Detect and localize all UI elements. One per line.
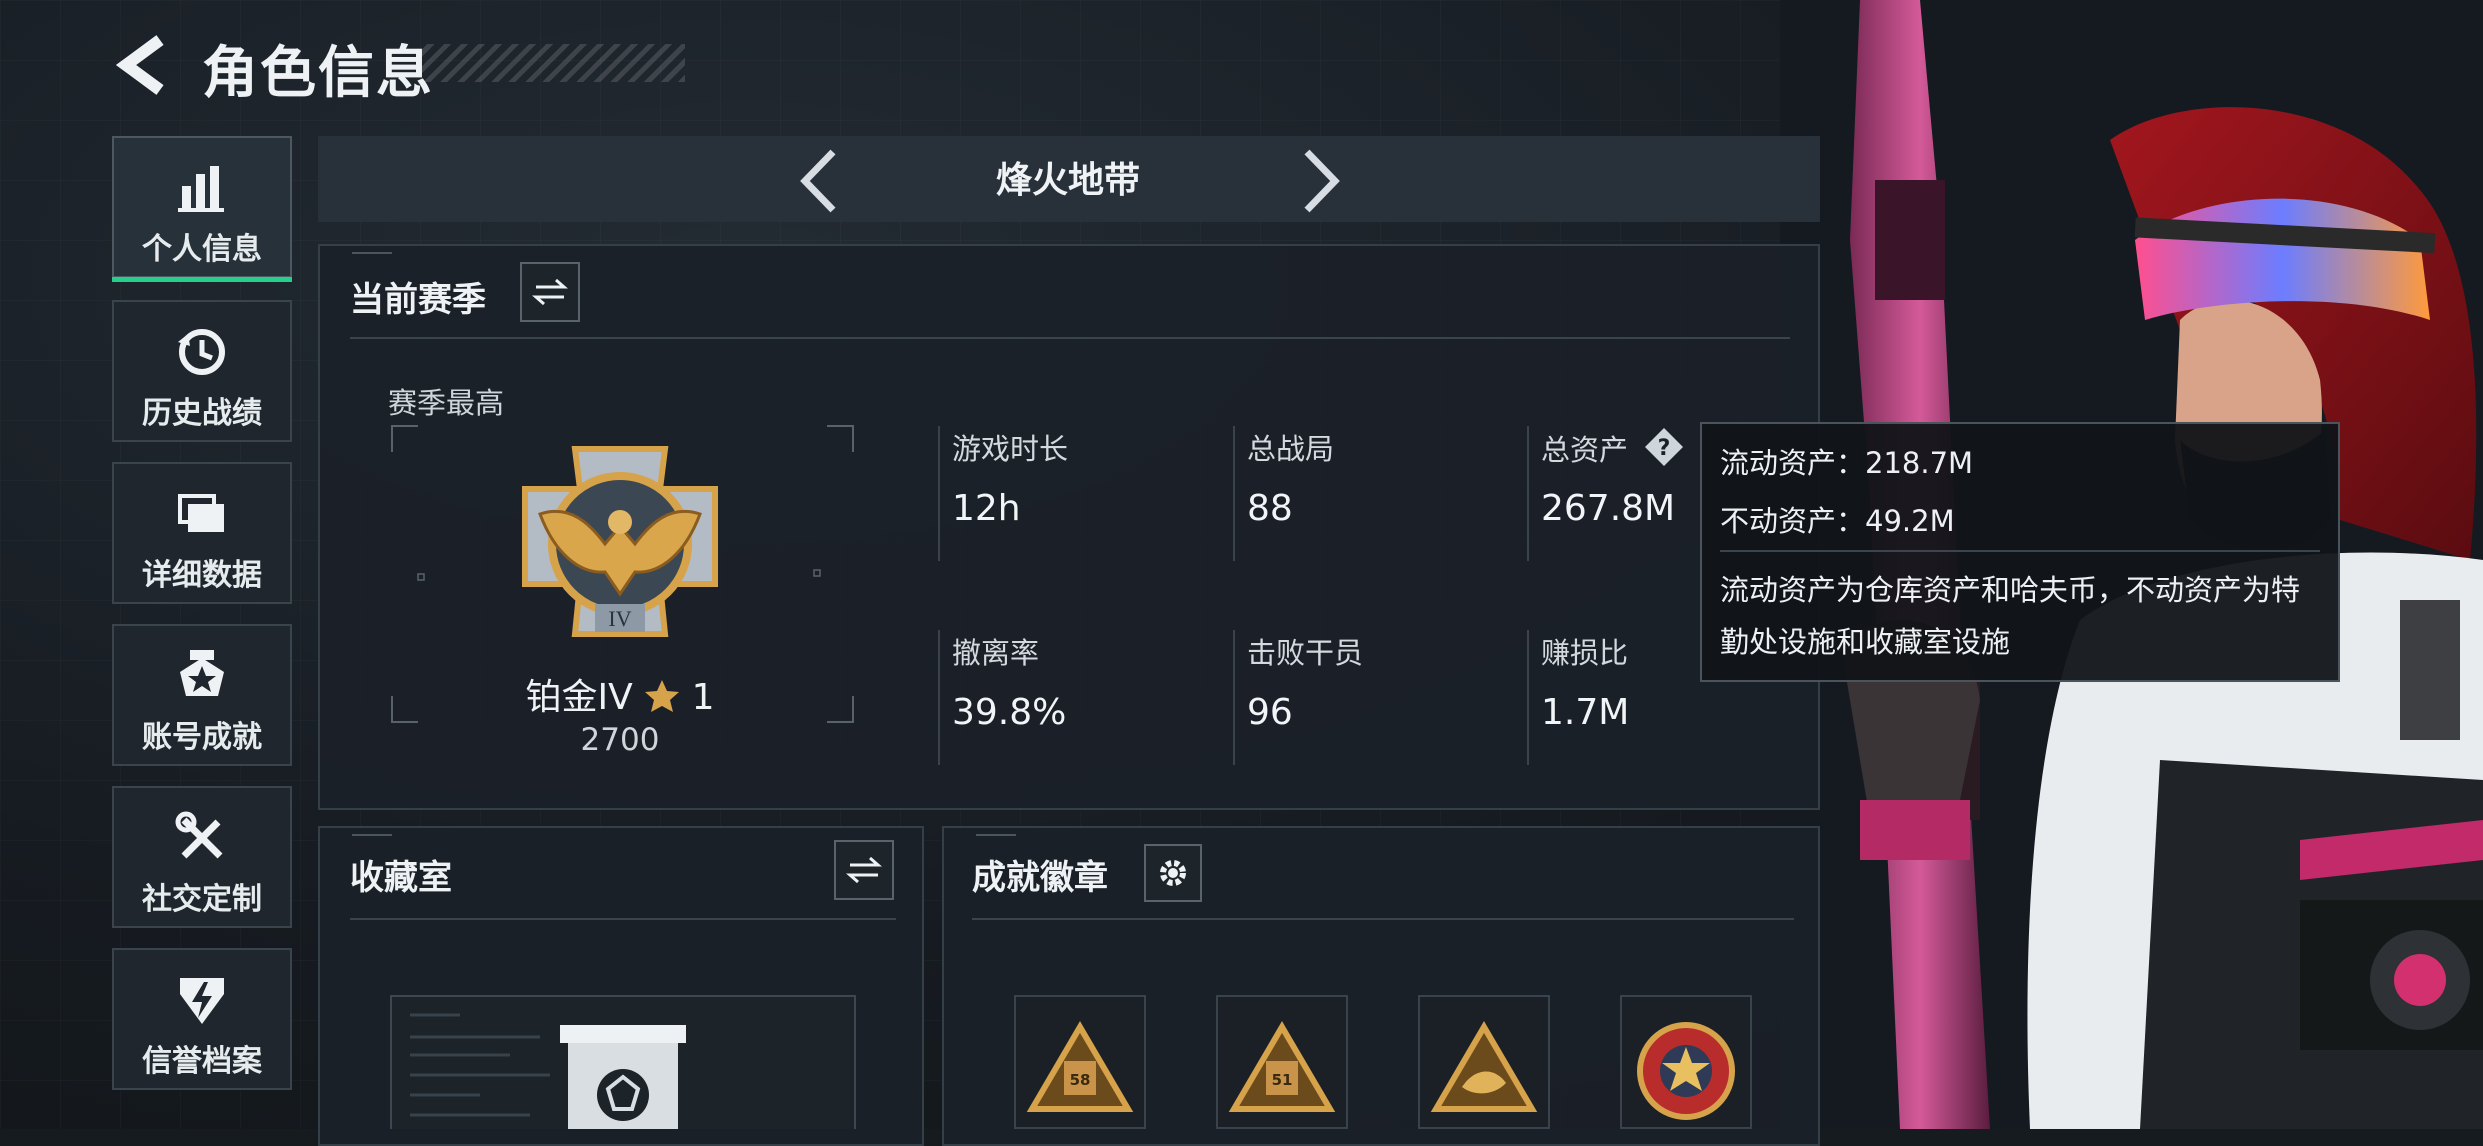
triangle-badge-icon: 58	[1026, 1021, 1134, 1112]
switch-collection-button[interactable]	[834, 840, 894, 900]
page-title: 角色信息	[202, 41, 434, 106]
sidebar-item-label: 详细数据	[142, 558, 262, 593]
liquid-assets-line: 流动资产：218.7M	[1720, 446, 1974, 480]
achievement-badge-slot[interactable]: 58	[1014, 995, 1146, 1129]
sidebar-item-label: 账号成就	[142, 720, 262, 755]
sidebar-item-social[interactable]: 社交定制	[112, 786, 292, 928]
sidebar-item-personal-info[interactable]: 个人信息	[112, 136, 292, 282]
achievements-title: 成就徽章	[972, 858, 1108, 898]
rank-stars: 1	[691, 677, 715, 718]
assets-description: 流动资产为仓库资产和哈夫币，不动资产为特勤处设施和收藏室设施	[1720, 573, 2301, 659]
history-clock-icon	[114, 324, 290, 380]
title-decoration	[420, 44, 685, 82]
shield-bolt-icon	[114, 972, 290, 1028]
panel-tick	[352, 252, 392, 254]
chevron-left-icon[interactable]	[795, 146, 845, 216]
tools-icon	[114, 810, 290, 866]
sidebar-item-reputation[interactable]: 信誉档案	[112, 948, 292, 1090]
help-icon[interactable]: ?	[1643, 426, 1685, 468]
bar-chart-icon	[114, 160, 290, 216]
gear-icon	[1160, 860, 1186, 886]
rank-points: 2700	[580, 722, 660, 758]
divider	[350, 918, 896, 920]
panel-tick	[352, 834, 392, 836]
sidebar-item-label: 个人信息	[142, 232, 262, 267]
rank-name-row: 铂金IV 1	[490, 668, 750, 720]
triangle-badge-icon: 51	[1228, 1021, 1336, 1112]
season-title: 当前赛季	[350, 280, 486, 320]
stat-operators-defeated: 击败干员 96	[1233, 630, 1503, 765]
mode-label: 烽火地带	[995, 160, 1140, 201]
stat-extraction-rate: 撤离率 39.8%	[938, 630, 1208, 765]
back-arrow-icon[interactable]	[108, 30, 178, 100]
platinum-rank-badge: IV	[522, 446, 718, 637]
svg-text:?: ?	[1658, 436, 1671, 461]
swap-icon	[846, 856, 882, 884]
rank-name: 铂金IV	[525, 677, 633, 718]
badge-settings-button[interactable]	[1144, 844, 1202, 902]
panel-tick	[976, 834, 1016, 836]
star-icon	[645, 680, 680, 712]
sidebar-item-history[interactable]: 历史战绩	[112, 300, 292, 442]
sidebar-item-label: 社交定制	[142, 882, 262, 917]
sidebar-item-achievements[interactable]: 账号成就	[112, 624, 292, 766]
divider	[350, 337, 1790, 339]
svg-text:51: 51	[1272, 1071, 1293, 1089]
stat-play-time: 游戏时长 12h	[938, 426, 1208, 561]
triangle-fish-badge-icon	[1430, 1021, 1538, 1112]
total-assets-tooltip: 流动资产：218.7M 不动资产：49.2M 流动资产为仓库资产和哈夫币，不动资…	[1700, 422, 2340, 682]
achievement-badge-slot[interactable]	[1620, 995, 1752, 1129]
achievement-badge-slot[interactable]	[1418, 995, 1550, 1129]
svg-text:IV: IV	[608, 606, 631, 631]
collection-title: 收藏室	[350, 858, 452, 898]
swap-icon	[532, 278, 568, 306]
sidebar-item-label: 信誉档案	[142, 1044, 262, 1079]
tooltip-divider	[1720, 550, 2320, 552]
fixed-assets-line: 不动资产：49.2M	[1720, 504, 1955, 538]
folder-stack-icon	[114, 486, 290, 542]
switch-season-button[interactable]	[520, 262, 580, 322]
medal-star-icon	[114, 648, 290, 704]
round-star-badge-icon	[1637, 1022, 1735, 1120]
collection-preview[interactable]	[390, 995, 856, 1129]
stat-total-matches: 总战局 88	[1233, 426, 1503, 561]
season-best-label: 赛季最高	[388, 386, 505, 420]
sidebar-item-detailed-data[interactable]: 详细数据	[112, 462, 292, 604]
achievement-badge-slot[interactable]: 51	[1216, 995, 1348, 1129]
svg-text:58: 58	[1070, 1071, 1091, 1089]
chevron-right-icon[interactable]	[1295, 146, 1345, 216]
divider	[972, 918, 1794, 920]
sidebar-item-label: 历史战绩	[142, 396, 262, 431]
